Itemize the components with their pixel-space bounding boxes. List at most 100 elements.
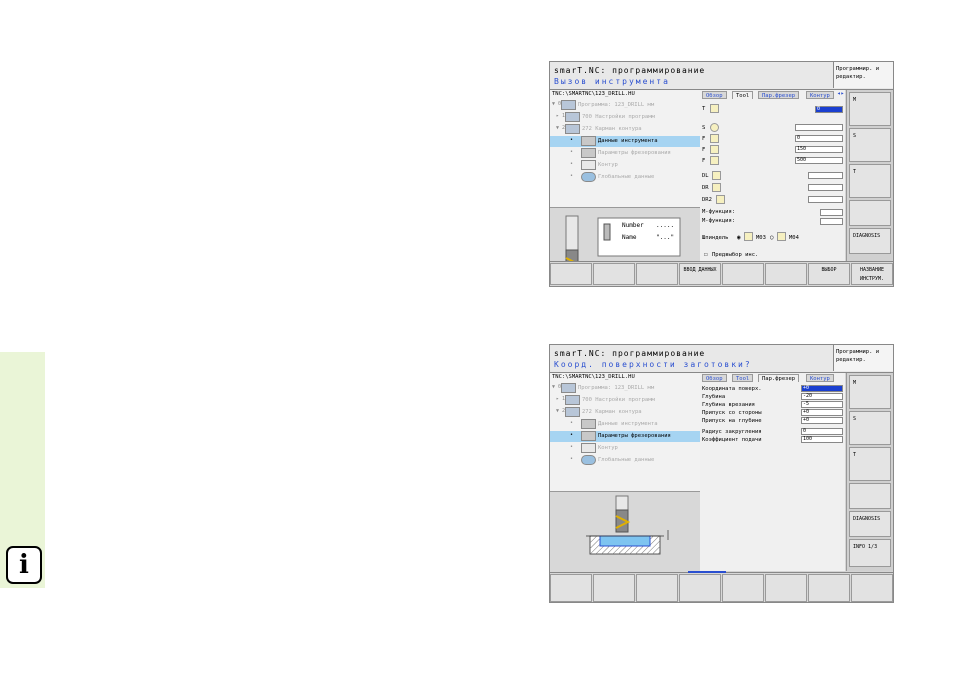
pocket-icon [565,124,580,134]
plunge-depth-input[interactable]: -5 [801,401,843,408]
tree-item[interactable]: • Данные инструмента [550,419,700,430]
info-button[interactable]: INFO 1/3 [849,539,891,567]
softkey-tool-name[interactable]: НАЗВАНИЕ ИНСТРУМ. [851,263,893,285]
t-status-button[interactable]: T [849,447,891,481]
side-allowance-input[interactable]: +0 [801,409,843,416]
depth-input[interactable]: -20 [801,393,843,400]
surface-coord-input[interactable]: +0 [801,385,843,392]
softkey-3[interactable] [636,574,678,602]
rounding-radius-input[interactable]: 0 [801,428,843,435]
tab-scroll-arrows-icon[interactable]: ◂▸ [837,90,844,97]
feed-input-2[interactable]: 150 [795,146,843,153]
softkey-6[interactable] [765,574,807,602]
tool-number-input[interactable]: 0 [815,106,843,113]
mode-indicator: Программир. и редактир. [833,345,893,371]
tree-item[interactable]: ▼ 2 272 Карман контура [550,124,700,135]
m-function-input-1[interactable] [820,209,843,216]
dr2-input[interactable] [808,196,843,203]
tree-item[interactable]: • Контур [550,160,700,171]
softkey-1[interactable] [550,263,592,285]
s-status-button[interactable]: S [849,411,891,445]
blank-status-button[interactable] [849,200,891,226]
spindle-radio-m04[interactable]: ○ [770,234,774,241]
tab-tool[interactable]: Tool [732,91,754,99]
softkey-4[interactable] [679,574,721,602]
spindle-radio-m03[interactable]: ◉ [737,234,741,241]
preview-name-label: Name [622,234,637,241]
m-status-button[interactable]: M [849,92,891,126]
tab-bar: Обзор Tool Пар.фрезер Контур [700,373,845,383]
tool-icon [581,419,596,429]
tree-glyph: ▼ 0 [552,384,562,390]
tab-overview[interactable]: Обзор [702,374,727,382]
softkey-enter-data[interactable]: ВВОД ДАННЫХ [679,263,721,285]
t-status-button[interactable]: T [849,164,891,198]
tab-milling-params[interactable]: Пар.фрезер [758,91,800,99]
ccw-rotation-icon [777,232,786,241]
softkey-5[interactable] [722,263,764,285]
field-label: F [702,158,706,164]
softkey-8[interactable] [851,574,893,602]
tree-item-selected[interactable]: • Параметры фрезерования [550,431,700,442]
tool-icon [581,136,596,146]
tree-item[interactable]: ▸ 1 700 Настройки программ [550,395,700,406]
preposition-checkbox[interactable]: ☐ [704,251,708,258]
tab-tool[interactable]: Tool [732,374,754,382]
softkey-2[interactable] [593,574,635,602]
info-label: INFO 1/3 [853,544,878,550]
file-path: TNC:\SMARTNC\123_DRILL.HU [552,91,635,97]
dialog-prompt: Коорд. поверхности заготовки? [554,360,752,369]
tree-label: Программа: 123_DRILL мм [578,102,655,108]
t-label: T [853,169,857,175]
spindle-speed-input[interactable] [795,124,843,131]
tree-item[interactable]: ▼ 0 Программа: 123_DRILL мм [550,100,700,111]
tree-glyph: • [570,444,574,450]
diagnosis-button[interactable]: DIAGNOSIS [849,511,891,537]
softkey-6[interactable] [765,263,807,285]
tree-item[interactable]: • Глобальные данные [550,455,700,466]
tab-overview[interactable]: Обзор [702,91,727,99]
m-function-input-2[interactable] [820,218,843,225]
tree-glyph: • [570,420,574,426]
feed-factor-input[interactable]: 100 [801,436,843,443]
dr-input[interactable] [808,184,843,191]
tree-item[interactable]: • Глобальные данные [550,172,700,183]
tab-milling-params[interactable]: Пар.фрезер [758,374,800,382]
feed-input-1[interactable]: 0 [795,135,843,142]
softkey-3[interactable] [636,263,678,285]
diagnosis-button[interactable]: DIAGNOSIS [849,228,891,254]
tree-glyph: ▼ 2 [556,408,566,414]
t-label: T [853,452,857,458]
field-label: F [702,147,706,153]
tree-item-selected[interactable]: • Данные инструмента [550,136,700,147]
m-function-label-2: M-функция: [702,218,736,224]
floor-allowance-input[interactable]: +0 [801,417,843,424]
field-label: Припуск со стороны [702,410,762,416]
tree-item[interactable]: • Параметры фрезерования [550,148,700,159]
s-status-button[interactable]: S [849,128,891,162]
milling-icon [581,431,596,441]
softkey-2[interactable] [593,263,635,285]
field-label: Коэффициент подачи [702,437,762,443]
blank-status-button[interactable] [849,483,891,509]
softkey-1[interactable] [550,574,592,602]
tree-item[interactable]: ▼ 0 Программа: 123_DRILL мм [550,383,700,394]
dl-input[interactable] [808,172,843,179]
m-label: M [853,97,857,103]
tree-item[interactable]: • Контур [550,443,700,454]
softkey-5[interactable] [722,574,764,602]
program-tree-panel: TNC:\SMARTNC\123_DRILL.HU ▼ 0 Программа: … [550,373,701,572]
tab-contour[interactable]: Контур [806,91,834,99]
feed-input-3[interactable]: 500 [795,157,843,164]
softkey-select[interactable]: ВЫБОР [808,263,850,285]
tree-item[interactable]: ▼ 2 272 Карман контура [550,407,700,418]
delta-length-icon [712,171,721,180]
tree-item[interactable]: ▸ 1 700 Настройки программ [550,112,700,123]
tab-contour[interactable]: Контур [806,374,834,382]
softkey-7[interactable] [808,574,850,602]
tree-label: 272 Карман контура [582,126,642,132]
softkey-page-indicator [688,571,726,573]
m-status-button[interactable]: M [849,375,891,409]
field-label: S [702,125,706,131]
tree-label: Контур [598,162,618,168]
